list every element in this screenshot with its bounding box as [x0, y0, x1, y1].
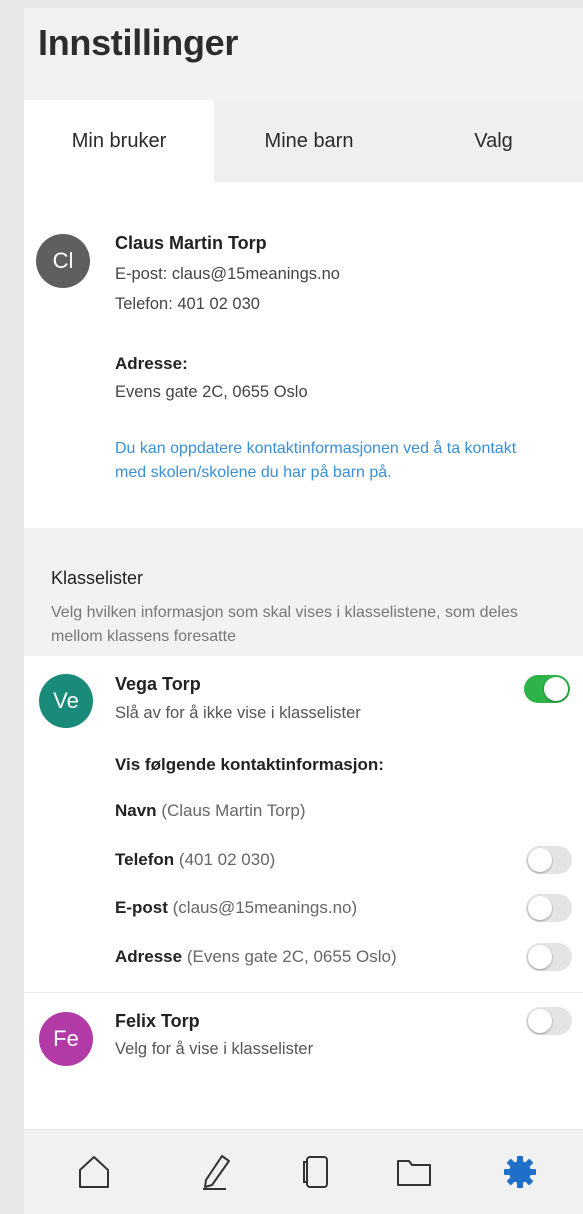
toggle-epost[interactable] — [526, 894, 572, 922]
update-contact-info-link[interactable]: Du kan oppdatere kontaktinformasjonen ve… — [115, 437, 545, 485]
toggle-knob — [528, 945, 552, 969]
settings-screen: Innstillinger Min bruker Mine barn Valg … — [24, 8, 583, 1214]
field-epost: E-post (claus@15meanings.no) — [115, 898, 357, 918]
field-adresse: Adresse (Evens gate 2C, 0655 Oslo) — [115, 947, 397, 967]
toggle-knob — [544, 677, 568, 701]
field-adresse-label: Adresse — [115, 947, 183, 966]
child-name-vega: Vega Torp — [115, 674, 201, 694]
child-avatar-vega: Ve — [39, 674, 93, 728]
field-telefon-label: Telefon — [115, 850, 175, 869]
document-icon[interactable] — [297, 1152, 337, 1192]
settings-gear-icon[interactable] — [500, 1152, 540, 1192]
klasselister-title: Klasselister — [51, 568, 144, 588]
child-avatar-felix: Fe — [39, 1012, 93, 1066]
field-epost-value: (claus@15meanings.no) — [172, 898, 358, 917]
user-phone: Telefon: 401 02 030 — [115, 295, 260, 313]
contact-info-heading: Vis følgende kontaktinformasjon: — [115, 755, 384, 774]
tab-bar-top: Min bruker Mine barn Valg — [24, 100, 583, 182]
child-subtitle-vega: Slå av for å ikke vise i klasselister — [115, 704, 361, 722]
field-adresse-value: (Evens gate 2C, 0655 Oslo) — [186, 947, 397, 966]
address-label: Adresse: — [115, 354, 188, 373]
child-subtitle-felix: Velg for å vise i klasselister — [115, 1040, 314, 1058]
header: Innstillinger — [24, 8, 583, 100]
field-telefon: Telefon (401 02 030) — [115, 850, 275, 870]
folder-icon[interactable] — [394, 1152, 434, 1192]
children-list: Ve Vega Torp Slå av for å ikke vise i kl… — [24, 656, 583, 1144]
user-info-section: Cl Claus Martin Torp E-post: claus@15mea… — [24, 182, 583, 528]
user-email: E-post: claus@15meanings.no — [115, 265, 340, 283]
tab-mine-barn[interactable]: Mine barn — [214, 100, 404, 182]
field-epost-label: E-post — [115, 898, 168, 917]
klasselister-section-header: Klasselister Velg hvilken informasjon so… — [24, 528, 583, 656]
klasselister-description: Velg hvilken informasjon som skal vises … — [51, 604, 518, 645]
child-avatar-initials: Fe — [53, 1026, 79, 1051]
bottom-tab-bar — [24, 1129, 583, 1214]
user-address: Evens gate 2C, 0655 Oslo — [115, 383, 308, 401]
divider — [24, 992, 583, 993]
toggle-knob — [528, 848, 552, 872]
toggle-adresse[interactable] — [526, 943, 572, 971]
toggle-telefon[interactable] — [526, 846, 572, 874]
child-avatar-initials: Ve — [53, 688, 79, 713]
user-avatar-initials: Cl — [52, 248, 74, 273]
tab-min-bruker[interactable]: Min bruker — [24, 100, 214, 182]
toggle-knob — [528, 1009, 552, 1033]
tab-valg[interactable]: Valg — [404, 100, 583, 182]
home-icon[interactable] — [74, 1152, 114, 1192]
user-avatar: Cl — [36, 234, 90, 288]
user-name: Claus Martin Torp — [115, 233, 267, 253]
field-navn: Navn (Claus Martin Torp) — [115, 801, 306, 821]
pencil-icon[interactable] — [196, 1152, 236, 1192]
field-telefon-value: (401 02 030) — [178, 850, 276, 869]
child-name-felix: Felix Torp — [115, 1011, 200, 1031]
field-navn-label: Navn — [115, 801, 157, 820]
toggle-felix-show-in-klasseliste[interactable] — [526, 1007, 572, 1035]
toggle-knob — [528, 896, 552, 920]
toggle-vega-show-in-klasseliste[interactable] — [524, 675, 570, 703]
field-navn-value: (Claus Martin Torp) — [161, 801, 306, 820]
page-title: Innstillinger — [38, 22, 239, 63]
